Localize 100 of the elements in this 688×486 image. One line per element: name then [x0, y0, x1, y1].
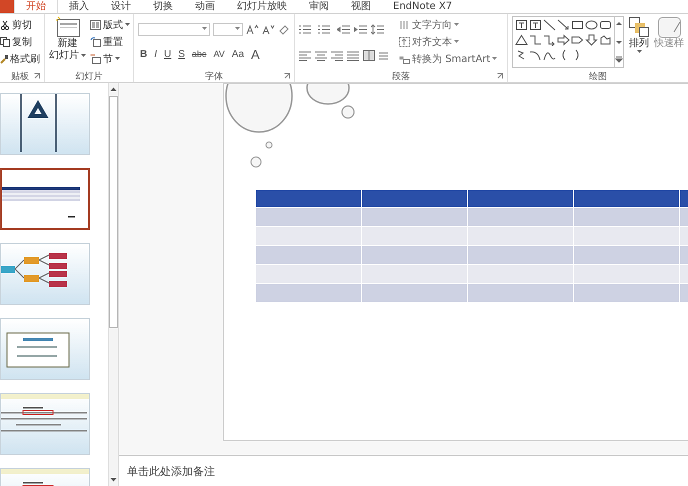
font-name-field[interactable]	[138, 22, 210, 36]
justify-icon[interactable]	[347, 50, 360, 60]
font-format-button[interactable]: U	[162, 48, 174, 60]
font-format-button[interactable]: A	[249, 46, 262, 62]
align-center-icon[interactable]	[315, 50, 328, 60]
font-format-button[interactable]: AV	[211, 49, 227, 59]
scroll-down-icon[interactable]	[109, 476, 118, 484]
section-button[interactable]: 节	[90, 52, 130, 66]
copy-button[interactable]: 复制	[0, 34, 40, 49]
ribbon-tab[interactable]: 切换	[142, 0, 184, 13]
text-box-icon[interactable]	[529, 19, 542, 31]
rounded-rectangle-icon[interactable]	[599, 19, 612, 31]
font-format-button[interactable]: B	[138, 48, 150, 60]
table-cell[interactable]	[256, 284, 361, 302]
slide-table[interactable]	[256, 190, 688, 302]
shape-gallery[interactable]	[512, 16, 624, 68]
cut-button[interactable]: 剪切	[0, 18, 40, 32]
group-label: 段落	[392, 70, 410, 82]
columns-icon[interactable]	[363, 50, 376, 60]
table-cell[interactable]	[574, 284, 679, 302]
right-arrow-icon[interactable]	[557, 34, 570, 46]
caret-icon	[492, 57, 498, 62]
dialog-launcher-icon[interactable]	[34, 73, 40, 79]
table-cell[interactable]	[574, 227, 679, 245]
elbow-arrow-icon[interactable]	[543, 34, 556, 46]
text-direction-button[interactable]: 文字方向	[399, 18, 498, 32]
table-cell[interactable]	[256, 208, 361, 226]
more-icon[interactable]	[615, 55, 623, 65]
font-format-button[interactable]: I	[152, 48, 160, 60]
dialog-launcher-icon[interactable]	[497, 73, 503, 79]
align-right-icon[interactable]	[331, 50, 344, 60]
smartart-icon	[399, 54, 410, 64]
dialog-launcher-icon[interactable]	[284, 73, 290, 79]
align-text-button[interactable]: 对齐文本	[399, 34, 498, 49]
rectangle-icon[interactable]	[571, 19, 584, 31]
text-box-icon[interactable]	[515, 19, 528, 31]
notes-pane[interactable]: 单击此处添加备注	[119, 455, 688, 486]
table-cell[interactable]	[362, 246, 467, 264]
reset-button[interactable]: 重置	[90, 34, 130, 49]
table-cell[interactable]	[362, 208, 467, 226]
section-icon	[90, 54, 101, 64]
table-cell[interactable]	[468, 284, 573, 302]
ribbon-tab[interactable]: 开始	[14, 0, 58, 13]
table-cell[interactable]	[574, 246, 679, 264]
align-left-icon[interactable]	[299, 50, 312, 60]
scroll-up-icon[interactable]	[109, 85, 118, 93]
brush-button[interactable]: 格式刷	[0, 52, 40, 66]
arc-icon[interactable]	[529, 49, 542, 61]
table-cell[interactable]	[468, 227, 573, 245]
header-cell[interactable]	[468, 190, 573, 207]
table-cell[interactable]	[574, 208, 679, 226]
align-text-icon	[399, 36, 410, 47]
decrease-indent-icon[interactable]	[337, 24, 352, 34]
text-direction-icon	[399, 20, 410, 30]
line-icon[interactable]	[543, 19, 556, 31]
grow-font-icon[interactable]	[246, 24, 259, 34]
ribbon-tab[interactable]: 幻灯片放映	[226, 0, 298, 13]
table-cell[interactable]	[256, 265, 361, 283]
scissors-icon	[0, 20, 10, 30]
scrollbar[interactable]	[108, 83, 118, 486]
font-format-button[interactable]: Aa	[230, 48, 246, 60]
caret-icon	[115, 57, 120, 62]
ribbon-tab[interactable]: 插入	[58, 0, 100, 13]
new-slide-button[interactable]: 新建 幻灯片	[49, 14, 86, 70]
shrink-font-icon[interactable]	[262, 24, 275, 34]
quick-styles-button[interactable]: 快速样	[654, 14, 684, 70]
arrange-button[interactable]: 排列	[628, 14, 650, 70]
ribbon-tab[interactable]: 设计	[100, 0, 142, 13]
header-cell[interactable]	[574, 190, 679, 207]
table-cell[interactable]	[362, 284, 467, 302]
smartart-button[interactable]: 转换为 SmartArt	[399, 52, 498, 66]
line-arrow-icon[interactable]	[557, 19, 570, 31]
table-cell[interactable]	[256, 227, 361, 245]
ribbon-tab[interactable]: 审阅	[298, 0, 340, 13]
ribbon-tab[interactable]: EndNote X7	[382, 0, 464, 13]
table-cell[interactable]	[468, 246, 573, 264]
font-format-button[interactable]: abc	[190, 49, 208, 59]
table-cell[interactable]	[256, 246, 361, 264]
eraser-icon[interactable]	[278, 24, 290, 34]
ribbon-tab[interactable]: 动画	[184, 0, 226, 13]
elbow-connector-icon[interactable]	[529, 34, 542, 46]
table-cell[interactable]	[362, 227, 467, 245]
header-cell[interactable]	[362, 190, 467, 207]
triangle-diagram-drawing	[20, 94, 57, 152]
font-format-button[interactable]: S	[176, 48, 187, 60]
oval-icon[interactable]	[585, 19, 598, 31]
group-label: 绘图	[589, 70, 607, 82]
increase-indent-icon[interactable]	[354, 24, 368, 34]
table-cell[interactable]	[574, 265, 679, 283]
down-arrow-icon[interactable]	[585, 34, 598, 46]
pentagon-arrow-icon[interactable]	[571, 34, 584, 46]
font-size-field[interactable]	[213, 22, 243, 36]
triangle-icon[interactable]	[515, 34, 528, 46]
ribbon-tab[interactable]: 视图	[340, 0, 382, 13]
freeform-icon[interactable]	[599, 34, 612, 46]
table-cell[interactable]	[468, 208, 573, 226]
table-cell[interactable]	[468, 265, 573, 283]
table-cell[interactable]	[362, 265, 467, 283]
header-cell[interactable]	[256, 190, 361, 207]
layout-button[interactable]: 版式	[90, 18, 130, 32]
